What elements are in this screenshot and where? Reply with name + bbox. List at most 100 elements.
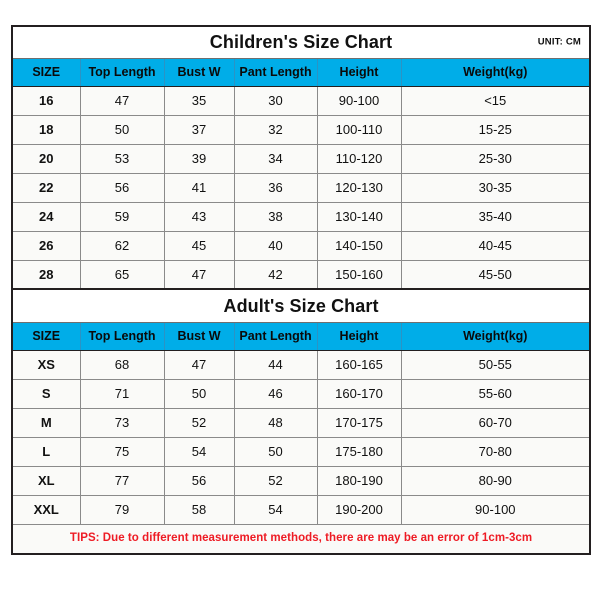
column-header-pant-length: Pant Length <box>233 57 318 87</box>
table-row: M 73 52 48 170-175 60-70 <box>12 407 591 438</box>
cell-size: 28 <box>12 259 81 290</box>
cell-pant-length: 40 <box>233 230 318 261</box>
size-chart-page: Children's Size Chart UNIT: CM SIZE Top … <box>0 0 600 600</box>
tips-note: TIPS: Due to different measurement metho… <box>12 523 591 554</box>
cell-size: 18 <box>12 114 81 145</box>
cell-height: 160-170 <box>316 378 402 409</box>
children-size-chart-table: Children's Size Chart UNIT: CM SIZE Top … <box>11 25 592 290</box>
adult-chart-title-row: Adult's Size Chart <box>12 290 591 323</box>
cell-size: 16 <box>12 85 81 116</box>
cell-weight: 55-60 <box>400 378 591 409</box>
cell-bust-w: 41 <box>163 172 235 203</box>
cell-top-length: 75 <box>79 436 165 467</box>
adult-chart-title: Adult's Size Chart <box>223 295 379 316</box>
children-chart-title-cell: Children's Size Chart UNIT: CM <box>12 26 591 59</box>
cell-bust-w: 56 <box>163 465 235 496</box>
cell-weight: 50-55 <box>400 349 591 380</box>
column-header-weight: Weight(kg) <box>400 321 591 351</box>
column-header-size: SIZE <box>12 321 81 351</box>
cell-pant-length: 54 <box>233 494 318 525</box>
children-chart-title: Children's Size Chart <box>209 32 393 53</box>
cell-top-length: 62 <box>79 230 165 261</box>
cell-pant-length: 48 <box>233 407 318 438</box>
adult-chart-title-cell: Adult's Size Chart <box>12 290 591 323</box>
cell-bust-w: 47 <box>163 349 235 380</box>
cell-height: 120-130 <box>316 172 402 203</box>
cell-pant-length: 42 <box>233 259 318 290</box>
cell-pant-length: 50 <box>233 436 318 467</box>
cell-weight: 60-70 <box>400 407 591 438</box>
column-header-top-length: Top Length <box>79 321 165 351</box>
column-header-height: Height <box>316 57 402 87</box>
table-row: 26 62 45 40 140-150 40-45 <box>12 230 591 261</box>
cell-pant-length: 46 <box>233 378 318 409</box>
cell-bust-w: 47 <box>163 259 235 290</box>
cell-pant-length: 38 <box>233 201 318 232</box>
cell-weight: 45-50 <box>400 259 591 290</box>
column-header-pant-length: Pant Length <box>233 321 318 351</box>
cell-size: M <box>12 407 81 438</box>
children-chart-title-row: Children's Size Chart UNIT: CM <box>12 26 591 59</box>
table-row: XXL 79 58 54 190-200 90-100 <box>12 494 591 525</box>
cell-weight: 90-100 <box>400 494 591 525</box>
cell-pant-length: 32 <box>233 114 318 145</box>
cell-top-length: 73 <box>79 407 165 438</box>
cell-size: XS <box>12 349 81 380</box>
cell-size: XXL <box>12 494 81 525</box>
table-row: 18 50 37 32 100-110 15-25 <box>12 114 591 145</box>
cell-size: XL <box>12 465 81 496</box>
adult-chart-header-row: SIZE Top Length Bust W Pant Length Heigh… <box>12 321 591 351</box>
cell-bust-w: 35 <box>163 85 235 116</box>
cell-top-length: 53 <box>79 143 165 174</box>
table-row: S 71 50 46 160-170 55-60 <box>12 378 591 409</box>
column-header-size: SIZE <box>12 57 81 87</box>
cell-height: 100-110 <box>316 114 402 145</box>
cell-height: 90-100 <box>316 85 402 116</box>
cell-height: 110-120 <box>316 143 402 174</box>
column-header-bust-w: Bust W <box>163 57 235 87</box>
cell-size: S <box>12 378 81 409</box>
cell-pant-length: 52 <box>233 465 318 496</box>
unit-label: UNIT: CM <box>537 36 582 48</box>
column-header-height: Height <box>316 321 402 351</box>
cell-bust-w: 58 <box>163 494 235 525</box>
cell-pant-length: 34 <box>233 143 318 174</box>
cell-pant-length: 30 <box>233 85 318 116</box>
column-header-weight: Weight(kg) <box>400 57 591 87</box>
adult-size-chart-table: Adult's Size Chart SIZE Top Length Bust … <box>11 290 592 555</box>
cell-top-length: 68 <box>79 349 165 380</box>
cell-top-length: 77 <box>79 465 165 496</box>
cell-height: 180-190 <box>316 465 402 496</box>
cell-bust-w: 45 <box>163 230 235 261</box>
cell-size: 22 <box>12 172 81 203</box>
table-row: 28 65 47 42 150-160 45-50 <box>12 259 591 290</box>
cell-size: L <box>12 436 81 467</box>
cell-weight: 15-25 <box>400 114 591 145</box>
cell-bust-w: 54 <box>163 436 235 467</box>
cell-weight: 35-40 <box>400 201 591 232</box>
size-chart-stack: Children's Size Chart UNIT: CM SIZE Top … <box>11 25 592 555</box>
cell-height: 160-165 <box>316 349 402 380</box>
cell-height: 175-180 <box>316 436 402 467</box>
column-header-top-length: Top Length <box>79 57 165 87</box>
column-header-bust-w: Bust W <box>163 321 235 351</box>
cell-bust-w: 52 <box>163 407 235 438</box>
table-row: XL 77 56 52 180-190 80-90 <box>12 465 591 496</box>
cell-bust-w: 37 <box>163 114 235 145</box>
table-row: 22 56 41 36 120-130 30-35 <box>12 172 591 203</box>
cell-weight: 25-30 <box>400 143 591 174</box>
cell-top-length: 59 <box>79 201 165 232</box>
cell-weight: 80-90 <box>400 465 591 496</box>
cell-top-length: 71 <box>79 378 165 409</box>
cell-weight: 40-45 <box>400 230 591 261</box>
cell-top-length: 56 <box>79 172 165 203</box>
cell-top-length: 47 <box>79 85 165 116</box>
cell-pant-length: 44 <box>233 349 318 380</box>
cell-top-length: 79 <box>79 494 165 525</box>
cell-pant-length: 36 <box>233 172 318 203</box>
children-chart-header-row: SIZE Top Length Bust W Pant Length Heigh… <box>12 57 591 87</box>
cell-top-length: 65 <box>79 259 165 290</box>
cell-weight: <15 <box>400 85 591 116</box>
table-row: XS 68 47 44 160-165 50-55 <box>12 349 591 380</box>
cell-weight: 30-35 <box>400 172 591 203</box>
